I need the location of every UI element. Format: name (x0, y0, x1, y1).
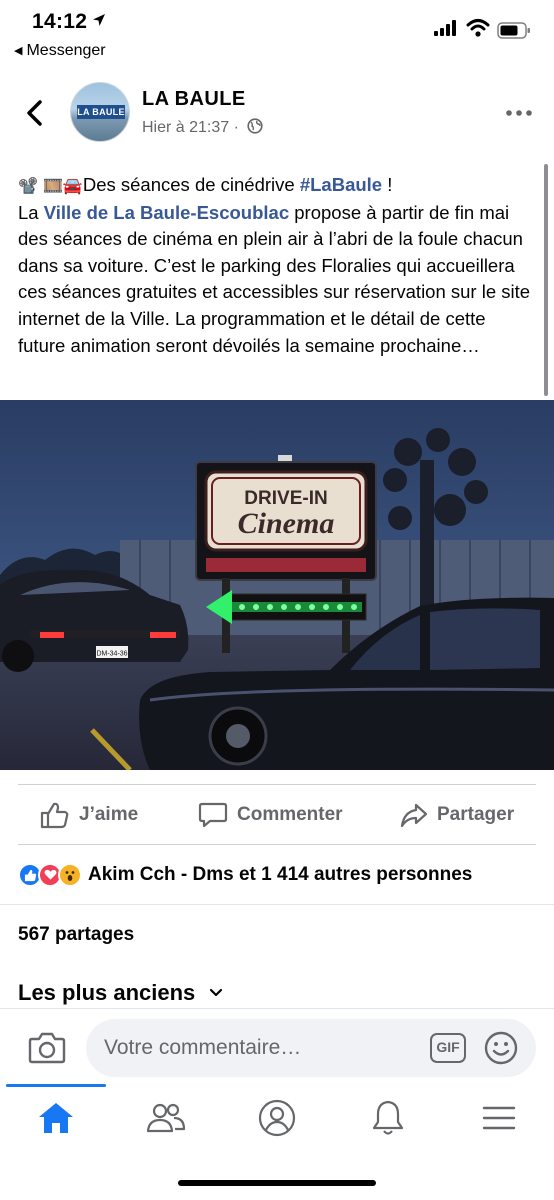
tab-friends[interactable] (144, 1096, 188, 1140)
share-label: Partager (437, 804, 515, 825)
tab-home[interactable] (34, 1096, 78, 1140)
divider (0, 904, 554, 905)
divider (18, 784, 536, 785)
hashtag-link[interactable]: #LaBaule (300, 174, 382, 195)
thumbs-up-icon (40, 802, 69, 829)
reactions-summary[interactable]: Akim Cch - Dms et 1 414 autres personnes (18, 860, 472, 890)
post-text-line1: Des séances de cinédrive (82, 174, 300, 195)
post-text-start: La (18, 201, 44, 223)
emoji-smiley-icon[interactable] (484, 1031, 518, 1065)
cellular-signal-icon (434, 20, 458, 36)
avatar-badge-text: LA BAULE (77, 105, 125, 119)
post-timestamp[interactable]: Hier à 21:37 · (142, 118, 263, 137)
more-options-icon[interactable] (505, 108, 533, 118)
friends-icon (146, 1103, 186, 1133)
post-header: LA BAULE LA BAULE Hier à 21:37 · (0, 70, 554, 160)
post-emojis: 📽️ 🎞️🚘 (18, 176, 83, 195)
scrollbar[interactable] (544, 164, 548, 396)
like-button[interactable]: J’aime (40, 786, 138, 844)
post-actions: J’aime Commenter Partager (0, 786, 554, 844)
page-name[interactable]: LA BAULE (142, 88, 246, 111)
chevron-down-icon (210, 988, 223, 997)
comment-label: Commenter (237, 804, 343, 825)
back-chevron-icon[interactable] (22, 98, 48, 128)
shares-count[interactable]: 567 partages (18, 924, 134, 946)
gif-button[interactable]: GIF (430, 1033, 466, 1063)
comment-bubble-icon (198, 802, 228, 828)
comment-bar: GIF (0, 1008, 554, 1084)
location-arrow-icon (93, 14, 105, 26)
status-time: 14:12 (32, 10, 88, 33)
back-app-label: Messenger (26, 42, 106, 59)
wow-reaction-icon (58, 863, 82, 887)
tab-menu[interactable] (477, 1096, 521, 1140)
post-text-body: propose à partir de fin mai des séances … (18, 201, 531, 356)
bell-icon (372, 1100, 404, 1135)
wifi-icon (466, 19, 490, 37)
camera-icon[interactable] (28, 1029, 66, 1065)
divider (18, 844, 536, 845)
mention-link[interactable]: Ville de La Baule-Escoublac (44, 202, 289, 223)
post-text-line1-end: ! (382, 174, 393, 195)
back-triangle-icon: ◀ (14, 45, 23, 57)
home-indicator-bar[interactable] (178, 1180, 376, 1186)
reactions-text: Akim Cch - Dms et 1 414 autres personnes (88, 864, 473, 885)
battery-icon (497, 22, 530, 39)
post-text: 📽️ 🎞️🚘Des séances de cinédrive #LaBaule … (18, 172, 533, 359)
bottom-tab-bar (0, 1084, 554, 1200)
comments-sort-dropdown[interactable]: Les plus anciens (18, 980, 223, 1006)
active-tab-indicator (6, 1084, 106, 1087)
back-to-messenger-link[interactable]: ◀ Messenger (14, 42, 106, 60)
sign-text-line2: Cinema (238, 507, 335, 540)
home-icon (39, 1103, 73, 1133)
comment-button[interactable]: Commenter (198, 786, 343, 844)
profile-icon (258, 1099, 296, 1137)
drive-in-cinema-photo: DRIVE-IN Cinema DM-34-36 (0, 400, 554, 770)
post-image[interactable]: DRIVE-IN Cinema DM-34-36 (0, 400, 554, 770)
post-timestamp-text: Hier à 21:37 · (142, 119, 239, 136)
comment-input[interactable] (86, 1019, 536, 1077)
sign-text-line1: DRIVE-IN (244, 488, 327, 509)
license-plate: DM-34-36 (96, 651, 127, 658)
tab-profile[interactable] (255, 1096, 299, 1140)
globe-icon (247, 118, 263, 134)
tab-notifications[interactable] (366, 1096, 410, 1140)
hamburger-menu-icon (482, 1106, 516, 1130)
comments-sort-label: Les plus anciens (18, 980, 196, 1005)
share-button[interactable]: Partager (400, 786, 514, 844)
page-avatar[interactable]: LA BAULE (70, 82, 130, 142)
share-arrow-icon (400, 803, 428, 828)
like-label: J’aime (79, 804, 139, 825)
status-bar: 14:12 ◀ Messenger (0, 0, 554, 70)
